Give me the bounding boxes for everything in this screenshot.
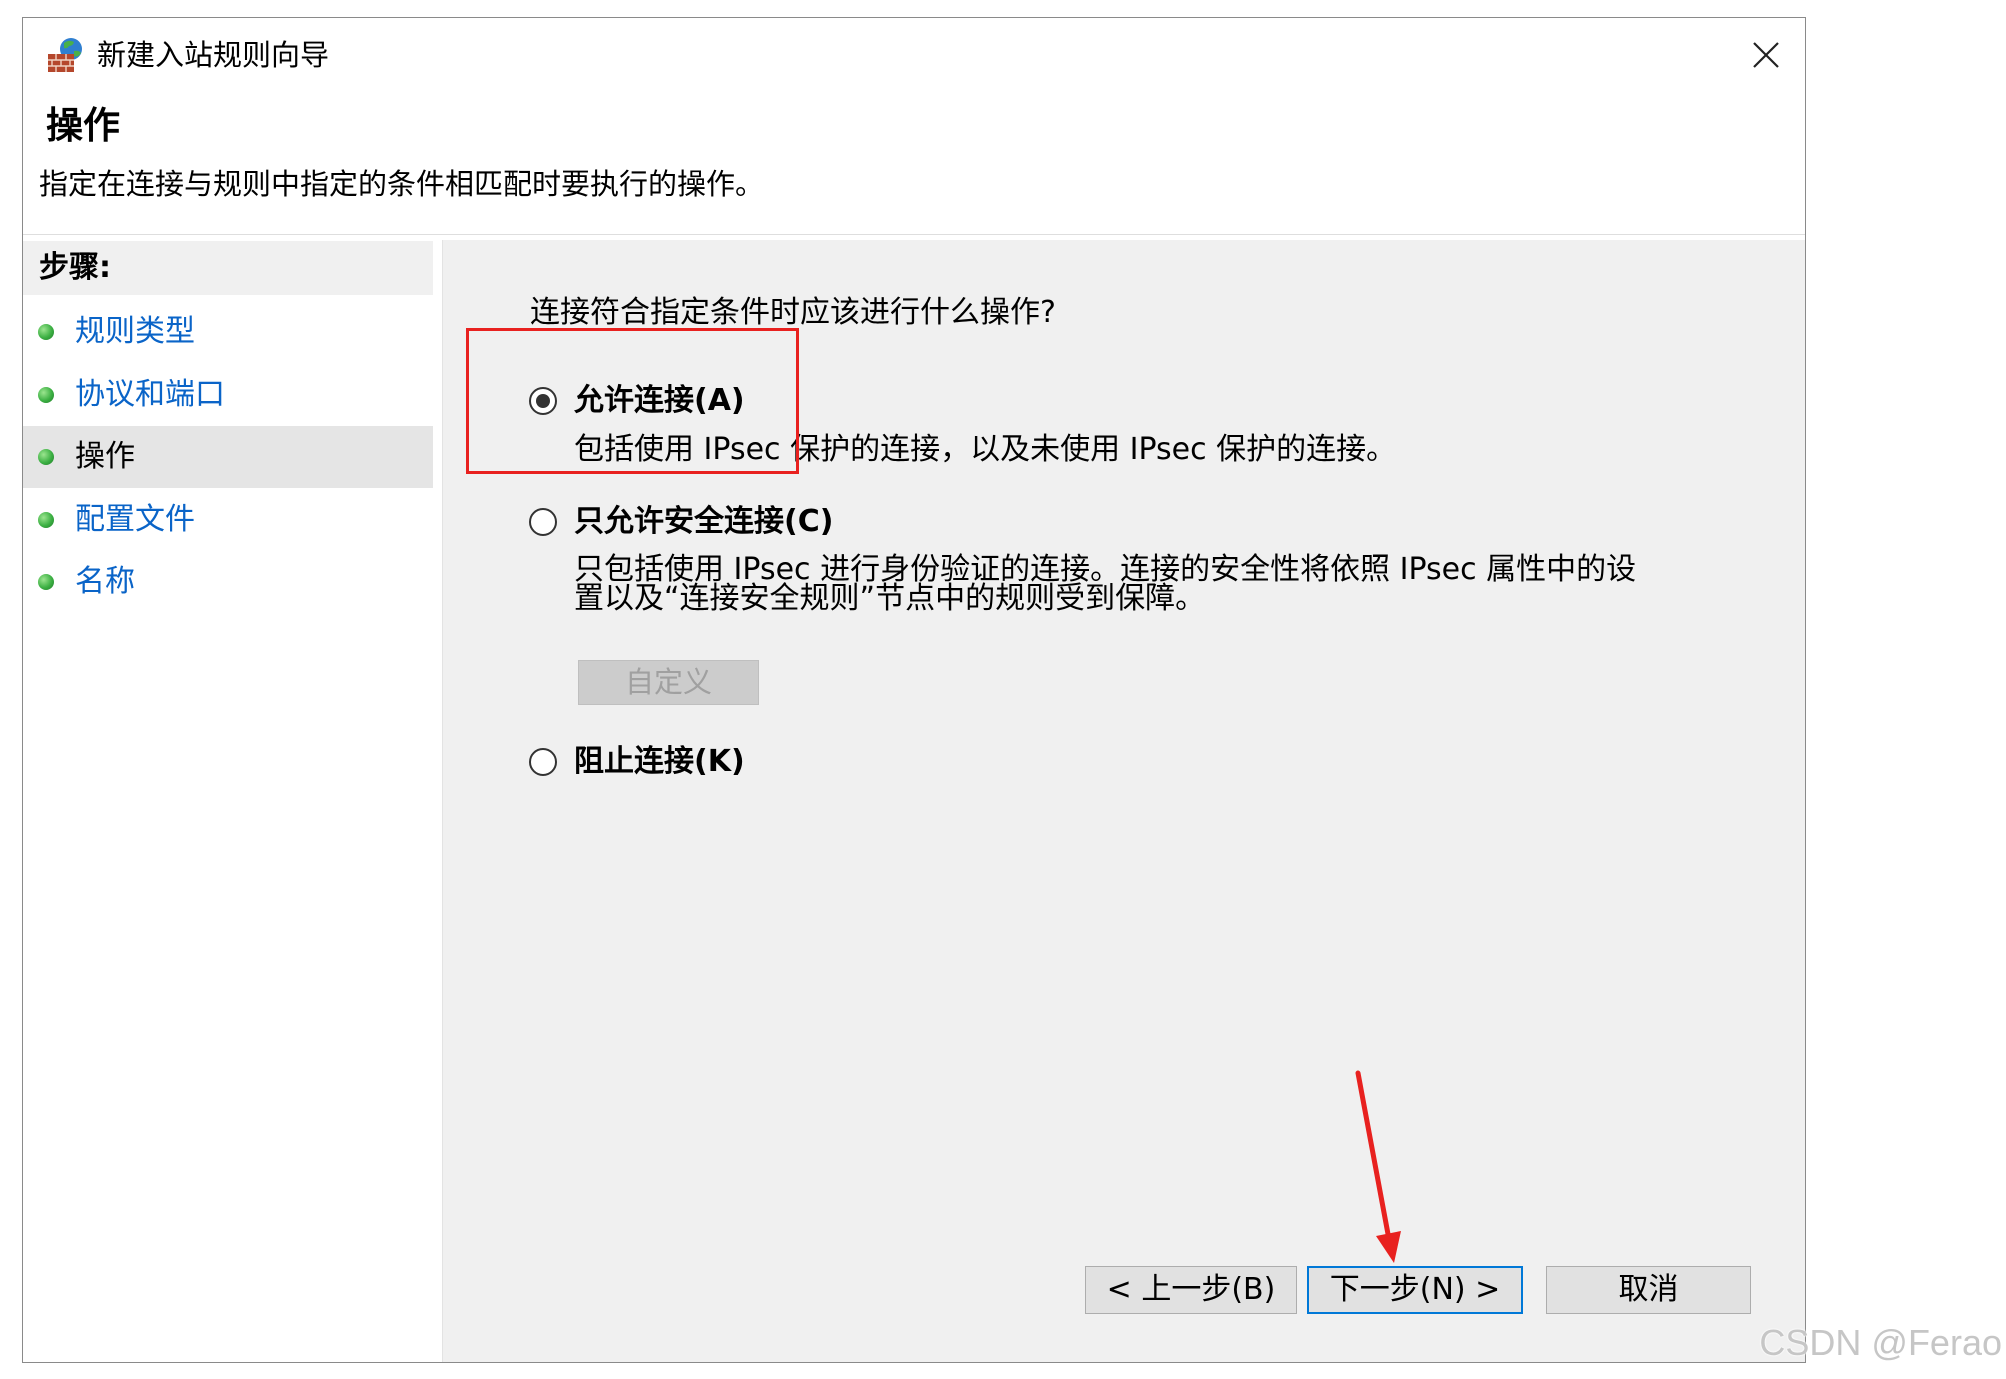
watermark: CSDN @Ferao [1759,1322,2002,1363]
step-label[interactable]: 配置文件 [75,489,195,551]
arrow-shaft [1355,1070,1391,1237]
arrow-head-icon [1376,1231,1401,1263]
step-item-profile[interactable]: 配置文件 [23,489,433,551]
cancel-button[interactable]: 取消 [1546,1266,1751,1314]
option-label: 阻止连接(K) [574,744,745,779]
close-button[interactable] [1745,34,1787,76]
steps-heading-band: 步骤: [23,241,433,295]
radio-allow-secure-connection[interactable] [529,508,557,536]
action-question: 连接符合指定条件时应该进行什么操作? [530,295,1056,330]
step-label[interactable]: 协议和端口 [75,364,225,426]
radio-block-connection[interactable] [529,748,557,776]
customize-button: 自定义 [578,660,759,705]
green-dot-icon [38,449,54,465]
step-item-protocol-ports[interactable]: 协议和端口 [23,364,433,426]
next-button[interactable]: 下一步(N) > [1307,1266,1523,1314]
step-item-rule-type[interactable]: 规则类型 [23,301,433,363]
page-title: 操作 [46,104,120,147]
window-title: 新建入站规则向导 [97,38,330,72]
option-description: 只包括使用 IPsec 进行身份验证的连接。连接的安全性将依照 IPsec 属性… [574,552,1637,587]
green-dot-icon [38,511,54,528]
option-allow-connection[interactable]: 允许连接(A) [529,383,1229,419]
option-allow-secure-connection[interactable]: 只允许安全连接(C) [529,504,1229,540]
step-item-action: 操作 [23,426,433,488]
firewall-icon-graphic [48,38,82,72]
option-block-connection[interactable]: 阻止连接(K) [529,744,1229,780]
header-divider [23,234,1805,235]
page-description: 指定在连接与规则中指定的条件相匹配时要执行的操作。 [39,167,765,201]
green-dot-icon [38,386,54,403]
steps-heading: 步骤: [39,250,111,285]
steps-panel: 步骤: 规则类型 协议和端口 操作 配置文件 名称 [23,240,436,1362]
option-label: 只允许安全连接(C) [574,504,834,539]
option-description: 包括使用 IPsec 保护的连接，以及未使用 IPsec 保护的连接。 [574,432,1397,467]
option-description: 置以及“连接安全规则”节点中的规则受到保障。 [574,581,1206,616]
back-button[interactable]: < 上一步(B) [1085,1266,1297,1314]
step-label[interactable]: 规则类型 [75,301,195,363]
close-icon[interactable] [1752,41,1780,69]
step-label[interactable]: 名称 [75,551,135,613]
main-panel: 连接符合指定条件时应该进行什么操作? 允许连接(A) 包括使用 IPsec 保护… [442,240,1805,1362]
step-label: 操作 [75,439,135,474]
option-label: 允许连接(A) [574,383,745,418]
firewall-icon [46,36,84,74]
green-dot-icon [38,324,54,340]
green-dot-icon [38,574,54,590]
radio-allow-connection[interactable] [529,387,557,415]
wizard-window: 新建入站规则向导 操作 指定在连接与规则中指定的条件相匹配时要执行的操作。 步骤… [22,17,1806,1363]
step-item-name[interactable]: 名称 [23,551,433,613]
